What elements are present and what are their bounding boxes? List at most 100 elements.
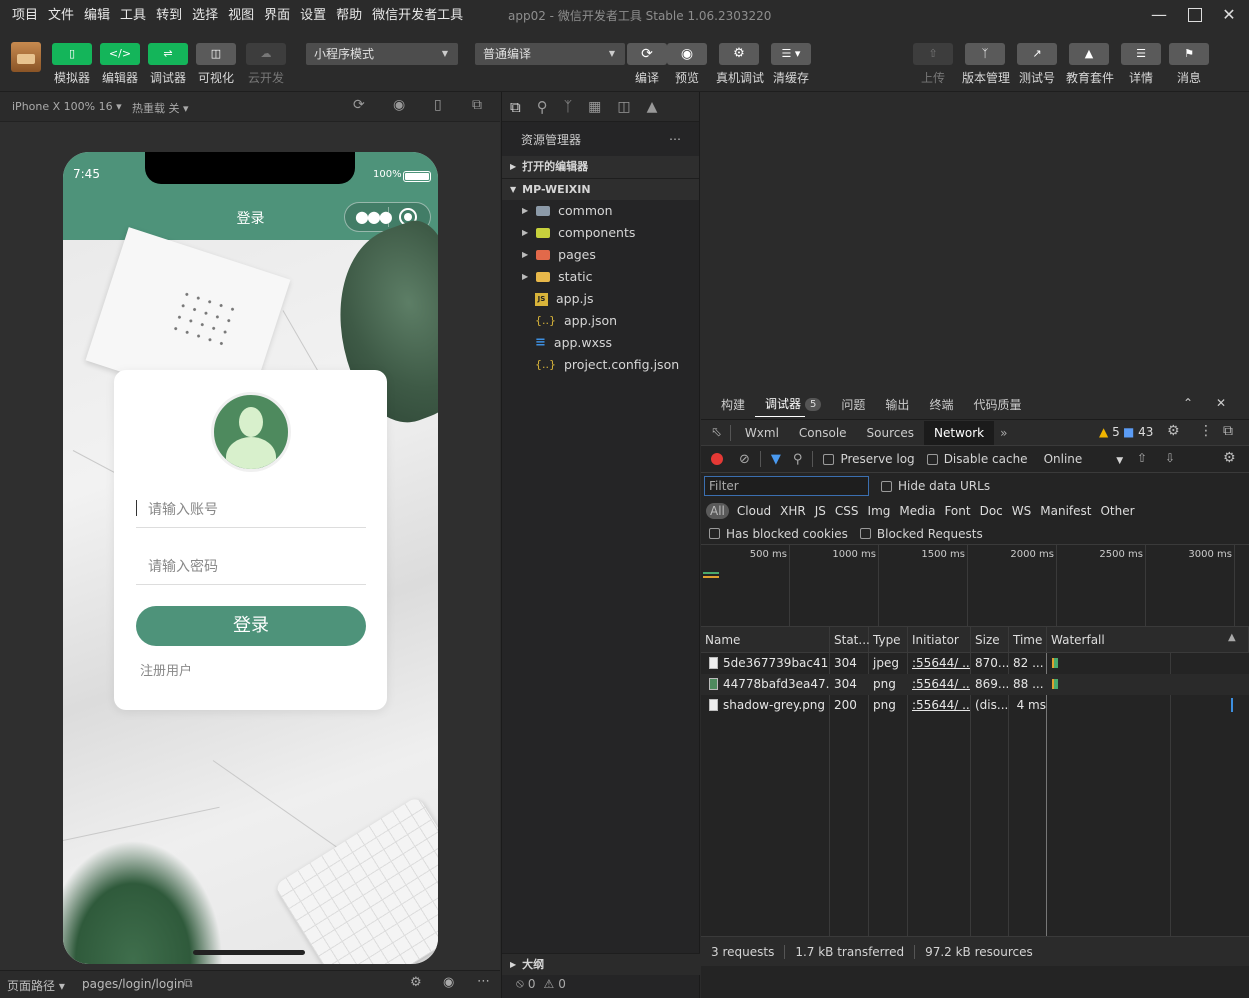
- preserve-log-checkbox[interactable]: Preserve log: [823, 452, 915, 466]
- device-select[interactable]: iPhone X 100% 16 ▾: [12, 100, 122, 113]
- type-filter-xhr[interactable]: XHR: [780, 504, 806, 518]
- kebab-icon[interactable]: ⋮: [1199, 423, 1213, 439]
- menu-item-interface[interactable]: 界面: [259, 1, 295, 31]
- table-row[interactable]: 44778bafd3ea47... 304 png:55644/ ... 869...…: [701, 674, 1249, 695]
- preview-button[interactable]: ◉ 预览: [667, 43, 707, 86]
- more-dots-icon[interactable]: ●●●: [355, 207, 393, 226]
- more-icon[interactable]: ⋯: [477, 974, 490, 989]
- close-panel-icon[interactable]: ✕: [1216, 396, 1226, 410]
- cloud-dev-toggle[interactable]: ☁ 云开发: [246, 43, 286, 86]
- type-filter-ws[interactable]: WS: [1012, 504, 1031, 518]
- column-header-size[interactable]: Size: [971, 627, 1009, 653]
- panel-icon[interactable]: ◫: [617, 99, 630, 115]
- column-header-type[interactable]: Type: [869, 627, 908, 653]
- tab-problems[interactable]: 问题: [831, 393, 875, 417]
- throttle-select[interactable]: Online ▼: [1044, 452, 1124, 466]
- sort-up-icon[interactable]: ▲: [1228, 632, 1236, 643]
- menu-item-goto[interactable]: 转到: [151, 1, 187, 31]
- project-section[interactable]: ▼ MP-WEIXIN: [502, 178, 699, 200]
- education-button[interactable]: ▲ 教育套件: [1066, 43, 1117, 86]
- project-avatar[interactable]: [11, 42, 41, 72]
- more-tabs-icon[interactable]: »: [1000, 426, 1007, 440]
- warning-badge[interactable]: ▲ 5: [1099, 425, 1120, 439]
- more-icon[interactable]: ⋯: [669, 132, 681, 146]
- import-icon[interactable]: ⇧: [1137, 451, 1147, 465]
- file-tree-item[interactable]: {..} app.json: [502, 310, 699, 332]
- blocked-requests-checkbox[interactable]: Blocked Requests: [859, 527, 983, 541]
- blocked-cookies-checkbox[interactable]: Has blocked cookies: [709, 527, 848, 541]
- hot-reload-select[interactable]: 热重载 关 ▾: [132, 100, 189, 116]
- file-tree-item[interactable]: {..} project.config.json: [502, 354, 699, 376]
- tab-build[interactable]: 构建: [711, 393, 755, 417]
- menu-item-wechat-devtools[interactable]: 微信开发者工具: [367, 1, 468, 31]
- menu-item-select[interactable]: 选择: [187, 1, 223, 31]
- chevron-up-icon[interactable]: ⌃: [1183, 396, 1193, 410]
- column-header-initiator[interactable]: Initiator: [908, 627, 971, 653]
- disable-cache-checkbox[interactable]: Disable cache: [926, 452, 1028, 466]
- panel-tab-wxml[interactable]: Wxml: [735, 421, 789, 445]
- export-icon[interactable]: ⇩: [1165, 451, 1175, 465]
- search-icon[interactable]: ⚲: [793, 452, 803, 467]
- tab-terminal[interactable]: 终端: [919, 393, 963, 417]
- menu-item-project[interactable]: 项目: [7, 1, 43, 31]
- upload-button[interactable]: ⇧ 上传: [913, 43, 953, 86]
- minimize-icon[interactable]: —: [1142, 0, 1176, 30]
- type-filter-img[interactable]: Img: [868, 504, 891, 518]
- column-header-waterfall[interactable]: Waterfall: [1047, 627, 1249, 653]
- type-filter-media[interactable]: Media: [899, 504, 935, 518]
- file-tree-item[interactable]: ≡ app.wxss: [502, 332, 699, 354]
- type-filter-cloud[interactable]: Cloud: [737, 504, 771, 518]
- file-tree-item[interactable]: ▶ common: [502, 200, 699, 222]
- file-tree-item[interactable]: JS app.js: [502, 288, 699, 310]
- table-row[interactable]: 5de367739bac41... 304 jpeg:55644/ ... 870..…: [701, 653, 1249, 674]
- column-header-status[interactable]: Stat...: [830, 627, 870, 653]
- copy-icon[interactable]: ⧉: [184, 976, 193, 991]
- search-icon[interactable]: ⚲: [537, 98, 548, 116]
- inspect-icon[interactable]: ⬁: [711, 425, 722, 440]
- table-row[interactable]: shadow-grey.png 200 png:55644/ ... (dis... 4…: [701, 695, 1249, 716]
- filter-icon[interactable]: ▼: [771, 452, 781, 467]
- open-editors-section[interactable]: ▶ 打开的编辑器: [502, 156, 699, 178]
- extensions-icon[interactable]: ▦: [588, 99, 601, 115]
- menu-item-settings[interactable]: 设置: [295, 1, 331, 31]
- settings-icon[interactable]: ⚙: [1167, 423, 1180, 439]
- eye-icon[interactable]: ◉: [443, 975, 454, 990]
- clear-icon[interactable]: ⊘: [739, 452, 750, 467]
- messages-button[interactable]: ⚑ 消息: [1169, 43, 1209, 86]
- page-path-select[interactable]: 页面路径 ▾: [7, 977, 65, 994]
- visual-toggle[interactable]: ◫ 可视化: [196, 43, 236, 86]
- simulator-toggle[interactable]: ▯ 模拟器: [52, 43, 92, 86]
- type-filter-all[interactable]: All: [706, 503, 729, 519]
- file-tree-item[interactable]: ▶ components: [502, 222, 699, 244]
- close-window-icon[interactable]: ✕: [1212, 0, 1246, 30]
- panel-tab-network[interactable]: Network: [924, 420, 995, 445]
- tab-debugger[interactable]: 调试器: [755, 392, 806, 417]
- network-overview[interactable]: 500 ms 1000 ms 1500 ms 2000 ms 2500 ms 3000 m…: [701, 545, 1249, 627]
- panel-tab-sources[interactable]: Sources: [857, 421, 924, 445]
- mode-select[interactable]: 小程序模式 ▼: [306, 43, 458, 65]
- account-input[interactable]: 请输入账号: [136, 490, 366, 528]
- phone-icon[interactable]: ▯: [434, 97, 442, 113]
- message-badge[interactable]: ■ 43: [1123, 425, 1153, 439]
- type-filter-font[interactable]: Font: [944, 504, 970, 518]
- panel-tab-console[interactable]: Console: [789, 421, 857, 445]
- menu-item-help[interactable]: 帮助: [331, 1, 367, 31]
- menu-item-tools[interactable]: 工具: [115, 1, 151, 31]
- compile-button[interactable]: ⟳ 编译: [627, 43, 667, 86]
- undock-icon[interactable]: ⧉: [1223, 423, 1233, 439]
- details-button[interactable]: ☰ 详情: [1121, 43, 1161, 86]
- files-icon[interactable]: ⧉: [510, 98, 521, 116]
- record-icon[interactable]: [711, 453, 723, 465]
- file-tree-item[interactable]: ▶ static: [502, 266, 699, 288]
- problems-status[interactable]: ⦸ 0 ⚠ 0: [516, 976, 566, 991]
- column-header-name[interactable]: Name: [701, 627, 830, 653]
- login-button[interactable]: 登录: [136, 606, 366, 646]
- outline-section[interactable]: ▶ 大纲: [502, 953, 700, 975]
- tab-output[interactable]: 输出: [875, 393, 919, 417]
- type-filter-doc[interactable]: Doc: [980, 504, 1003, 518]
- menu-item-edit[interactable]: 编辑: [79, 1, 115, 31]
- test-account-button[interactable]: ↗ 测试号: [1017, 43, 1057, 86]
- popout-icon[interactable]: ⧉: [472, 97, 482, 113]
- filter-input[interactable]: Filter: [704, 476, 869, 496]
- bug-icon[interactable]: ⚙: [410, 975, 422, 990]
